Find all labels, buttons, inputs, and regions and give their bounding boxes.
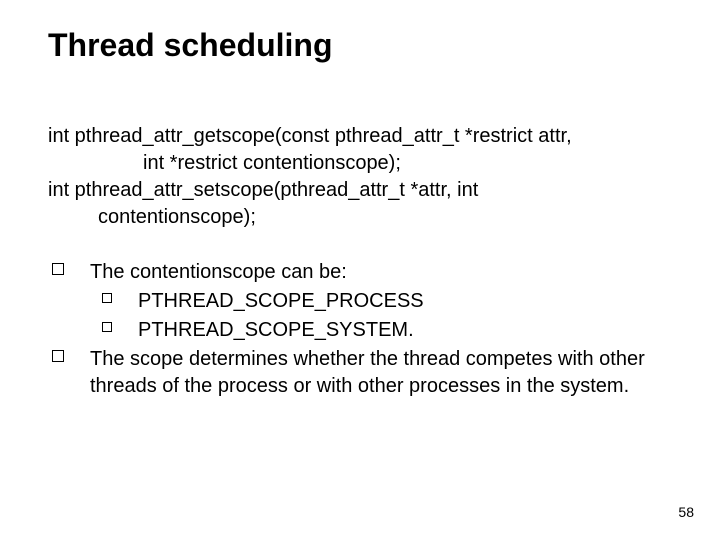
bullet-text: The contentionscope can be: bbox=[90, 261, 347, 283]
square-bullet-icon bbox=[52, 263, 64, 275]
subbullet-text: PTHREAD_SCOPE_PROCESS bbox=[138, 290, 424, 312]
bullet-text: The scope determines whether the thread … bbox=[90, 348, 645, 397]
proto-setscope-line2: contentionscope); bbox=[48, 204, 680, 231]
proto-getscope-line1: int pthread_attr_getscope(const pthread_… bbox=[48, 123, 680, 150]
bullet-contentionscope-intro: The contentionscope can be: bbox=[48, 259, 680, 286]
square-bullet-icon bbox=[52, 350, 64, 362]
subbullet-scope-system: PTHREAD_SCOPE_SYSTEM. bbox=[48, 317, 680, 344]
slide-title: Thread scheduling bbox=[48, 28, 680, 63]
subbullet-text: PTHREAD_SCOPE_SYSTEM. bbox=[138, 319, 414, 341]
proto-getscope-line2: int *restrict contentionscope); bbox=[48, 150, 680, 177]
square-bullet-icon bbox=[102, 293, 112, 303]
function-prototypes: int pthread_attr_getscope(const pthread_… bbox=[48, 123, 680, 231]
bullet-scope-determines: The scope determines whether the thread … bbox=[48, 346, 680, 400]
square-bullet-icon bbox=[102, 322, 112, 332]
subbullet-scope-process: PTHREAD_SCOPE_PROCESS bbox=[48, 288, 680, 315]
bullet-list: The contentionscope can be: PTHREAD_SCOP… bbox=[48, 259, 680, 400]
proto-setscope-line1: int pthread_attr_setscope(pthread_attr_t… bbox=[48, 177, 680, 204]
slide: Thread scheduling int pthread_attr_getsc… bbox=[0, 0, 720, 540]
page-number: 58 bbox=[678, 504, 694, 520]
